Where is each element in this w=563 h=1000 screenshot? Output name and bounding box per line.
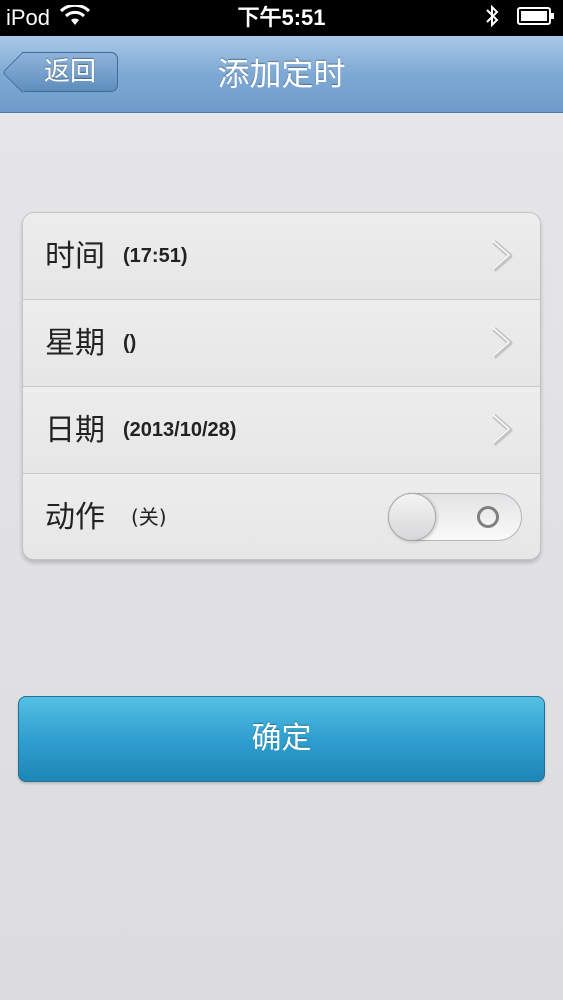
row-value: () xyxy=(123,332,137,354)
row-label: 动作 xyxy=(45,500,105,535)
settings-group: 时间 (17:51) 星期 () 日期 (2013/10/28) 动作 (关) xyxy=(22,212,541,560)
chevron-right-icon xyxy=(492,414,513,446)
toggle-knob[interactable] xyxy=(388,493,436,541)
confirm-button[interactable]: 确定 xyxy=(18,696,545,782)
navigation-bar: 添加定时 返回 xyxy=(0,36,563,113)
row-label: 星期 xyxy=(45,326,105,361)
action-toggle[interactable] xyxy=(388,493,522,541)
back-button[interactable]: 返回 xyxy=(22,52,118,92)
chevron-right-icon xyxy=(492,240,513,272)
row-value: (关) xyxy=(131,505,167,529)
toggle-off-indicator-icon xyxy=(477,506,499,528)
bluetooth-icon xyxy=(485,4,499,32)
row-label: 时间 xyxy=(45,239,105,274)
row-value: (17:51) xyxy=(123,245,188,267)
battery-icon xyxy=(517,6,555,30)
row-time[interactable]: 时间 (17:51) xyxy=(23,213,540,300)
status-time: 下午5:51 xyxy=(237,5,326,30)
row-date[interactable]: 日期 (2013/10/28) xyxy=(23,387,540,474)
chevron-right-icon xyxy=(492,327,513,359)
row-label: 日期 xyxy=(45,413,105,448)
row-action: 动作 (关) xyxy=(23,474,540,559)
status-bar: iPod 下午5:51 xyxy=(0,0,563,36)
back-button-label: 返回 xyxy=(44,57,97,87)
row-value: (2013/10/28) xyxy=(123,419,237,441)
row-weekday[interactable]: 星期 () xyxy=(23,300,540,387)
